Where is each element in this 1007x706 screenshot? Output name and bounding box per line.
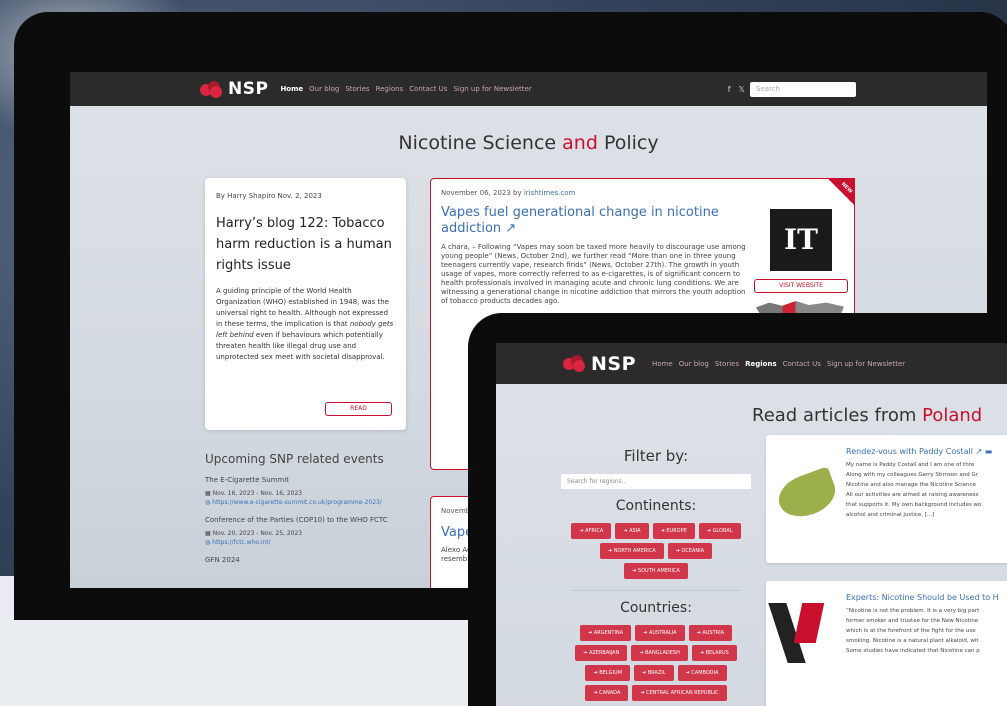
irish-times-logo: IT xyxy=(770,209,832,271)
tag-australia[interactable]: ➜ AUSTRALIA xyxy=(635,625,685,641)
nav-home[interactable]: Home xyxy=(280,85,303,93)
nav-our-blog[interactable]: Our blog xyxy=(309,85,339,93)
nav-stories[interactable]: Stories xyxy=(345,85,369,93)
events-heading: Upcoming SNP related events xyxy=(205,452,384,466)
continent-tags: ➜ AFRICA ➜ ASIA ➜ EUROPE ➜ GLOBAL ➜ NORT… xyxy=(561,523,751,579)
article-card: Rendez-vous with Paddy Costall ↗ ▬ My na… xyxy=(766,435,1007,563)
tag-north-america[interactable]: ➜ NORTH AMERICA xyxy=(599,543,664,559)
country-tags: ➜ ARGENTINA ➜ AUSTRALIA ➜ AUSTRIA ➜ AZER… xyxy=(561,625,751,701)
tag-bangladesh[interactable]: ➜ BANGLADESH xyxy=(631,645,688,661)
nav-regions[interactable]: Regions xyxy=(376,85,404,93)
tag-asia[interactable]: ➜ ASIA xyxy=(615,523,649,539)
nav-contact-us[interactable]: Contact Us xyxy=(783,360,821,368)
tag-brazil[interactable]: ➜ BRAZIL xyxy=(633,665,674,681)
search-input[interactable]: Search xyxy=(750,81,856,97)
twitter-icon[interactable]: 𝕏 xyxy=(739,85,745,94)
filter-panel: Filter by: Search for regions.. Continen… xyxy=(561,447,751,701)
blog-title[interactable]: Harry’s blog 122: Tobacco harm reduction… xyxy=(216,213,395,276)
leaf-thumbnail xyxy=(772,466,842,524)
new-ribbon: NEW xyxy=(827,178,855,206)
tag-argentina[interactable]: ➜ ARGENTINA xyxy=(579,625,632,641)
tablet-navbar: NSP Home Our blog Stories Regions Contac… xyxy=(496,343,1007,384)
tag-austria[interactable]: ➜ AUSTRIA xyxy=(688,625,733,641)
region-search-input[interactable]: Search for regions.. xyxy=(561,474,751,489)
tag-europe[interactable]: ➜ EUROPE xyxy=(652,523,695,539)
nav-regions[interactable]: Regions xyxy=(745,360,777,368)
article-card: Experts: Nicotine Should be Used to H “N… xyxy=(766,581,1007,706)
nsp-logo[interactable]: NSP xyxy=(200,79,268,99)
tablet-device: NSP Home Our blog Stories Regions Contac… xyxy=(468,313,1007,706)
logo-text: NSP xyxy=(591,352,637,375)
event-item: Conference of the Parties (COP10) to the… xyxy=(205,516,388,546)
news-title[interactable]: Vapes fuel generational change in nicoti… xyxy=(441,205,736,237)
article-excerpt: My name is Paddy Costall and I am one of… xyxy=(846,462,982,518)
nav-stories[interactable]: Stories xyxy=(715,360,739,368)
desktop-navbar: NSP Home Our blog Stories Regions Contac… xyxy=(70,72,987,106)
article-title[interactable]: Rendez-vous with Paddy Costall ↗ ▬ xyxy=(846,447,1007,456)
desktop-nav-links: Home Our blog Stories Regions Contact Us… xyxy=(280,85,531,93)
events-section: Upcoming SNP related events The E-Cigare… xyxy=(205,452,415,566)
nav-contact-us[interactable]: Contact Us xyxy=(409,85,447,93)
event-item: The E-Cigarette Summit ▦ Nov. 16, 2023 -… xyxy=(205,476,382,506)
tablet-nav-links: Home Our blog Stories Regions Contact Us… xyxy=(652,360,905,368)
continents-heading: Continents: xyxy=(615,498,697,514)
read-button[interactable]: READ xyxy=(325,402,392,416)
facebook-icon[interactable]: f xyxy=(728,85,731,94)
tag-south-america[interactable]: ➜ SOUTH AMERICA xyxy=(624,563,688,579)
page-title: Nicotine Science and Policy xyxy=(398,132,659,154)
blog-card: By Harry Shapiro Nov. 2, 2023 Harry’s bl… xyxy=(205,178,406,430)
filter-heading: Filter by: xyxy=(623,447,689,465)
social-links: f 𝕏 xyxy=(728,85,745,94)
tablet-screen: NSP Home Our blog Stories Regions Contac… xyxy=(496,343,1007,706)
blog-byline: By Harry Shapiro Nov. 2, 2023 xyxy=(216,192,322,200)
tag-central-african-republic[interactable]: ➜ CENTRAL AFRICAN REPUBLIC xyxy=(632,685,727,701)
tag-africa[interactable]: ➜ AFRICA xyxy=(571,523,612,539)
calendar-icon: ▦ xyxy=(205,490,213,497)
logo-mark-icon xyxy=(563,355,587,372)
nav-newsletter[interactable]: Sign up for Newsletter xyxy=(453,85,531,93)
vp-logo xyxy=(768,603,826,663)
nsp-logo[interactable]: NSP xyxy=(563,353,636,375)
countries-heading: Countries: xyxy=(620,600,692,616)
article-excerpt: “Nicotine is not the problem. It is a ve… xyxy=(846,608,980,654)
blog-excerpt: A guiding principle of the World Health … xyxy=(216,287,394,361)
visit-website-button[interactable]: VISIT WEBSITE xyxy=(754,279,848,293)
tag-global[interactable]: ➜ GLOBAL xyxy=(698,523,741,539)
nav-newsletter[interactable]: Sign up for Newsletter xyxy=(827,360,905,368)
tag-azerbaijan[interactable]: ➜ AZERBAIJAN xyxy=(575,645,628,661)
region-title: Read articles from Poland xyxy=(752,405,983,426)
logo-text: NSP xyxy=(228,79,269,99)
tag-belgium[interactable]: ➜ BELGIUM xyxy=(585,665,630,681)
nav-home[interactable]: Home xyxy=(652,360,673,368)
calendar-icon: ▦ xyxy=(205,530,213,537)
tag-belarus[interactable]: ➜ BELARUS xyxy=(691,645,737,661)
article-title[interactable]: Experts: Nicotine Should be Used to H xyxy=(846,593,1007,602)
nav-our-blog[interactable]: Our blog xyxy=(679,360,709,368)
event-item: GFN 2024 xyxy=(205,556,240,564)
news-excerpt: A chara, – Following “Vapes may soon be … xyxy=(441,243,746,305)
tag-oceania[interactable]: ➜ OCEANIA xyxy=(667,543,713,559)
tag-cambodia[interactable]: ➜ CAMBODIA xyxy=(677,665,727,681)
news-meta: November 06, 2023 by irishtimes.com xyxy=(441,189,576,197)
tag-canada[interactable]: ➜ CANADA xyxy=(585,685,629,701)
divider xyxy=(571,590,741,591)
logo-mark-icon xyxy=(200,80,224,98)
